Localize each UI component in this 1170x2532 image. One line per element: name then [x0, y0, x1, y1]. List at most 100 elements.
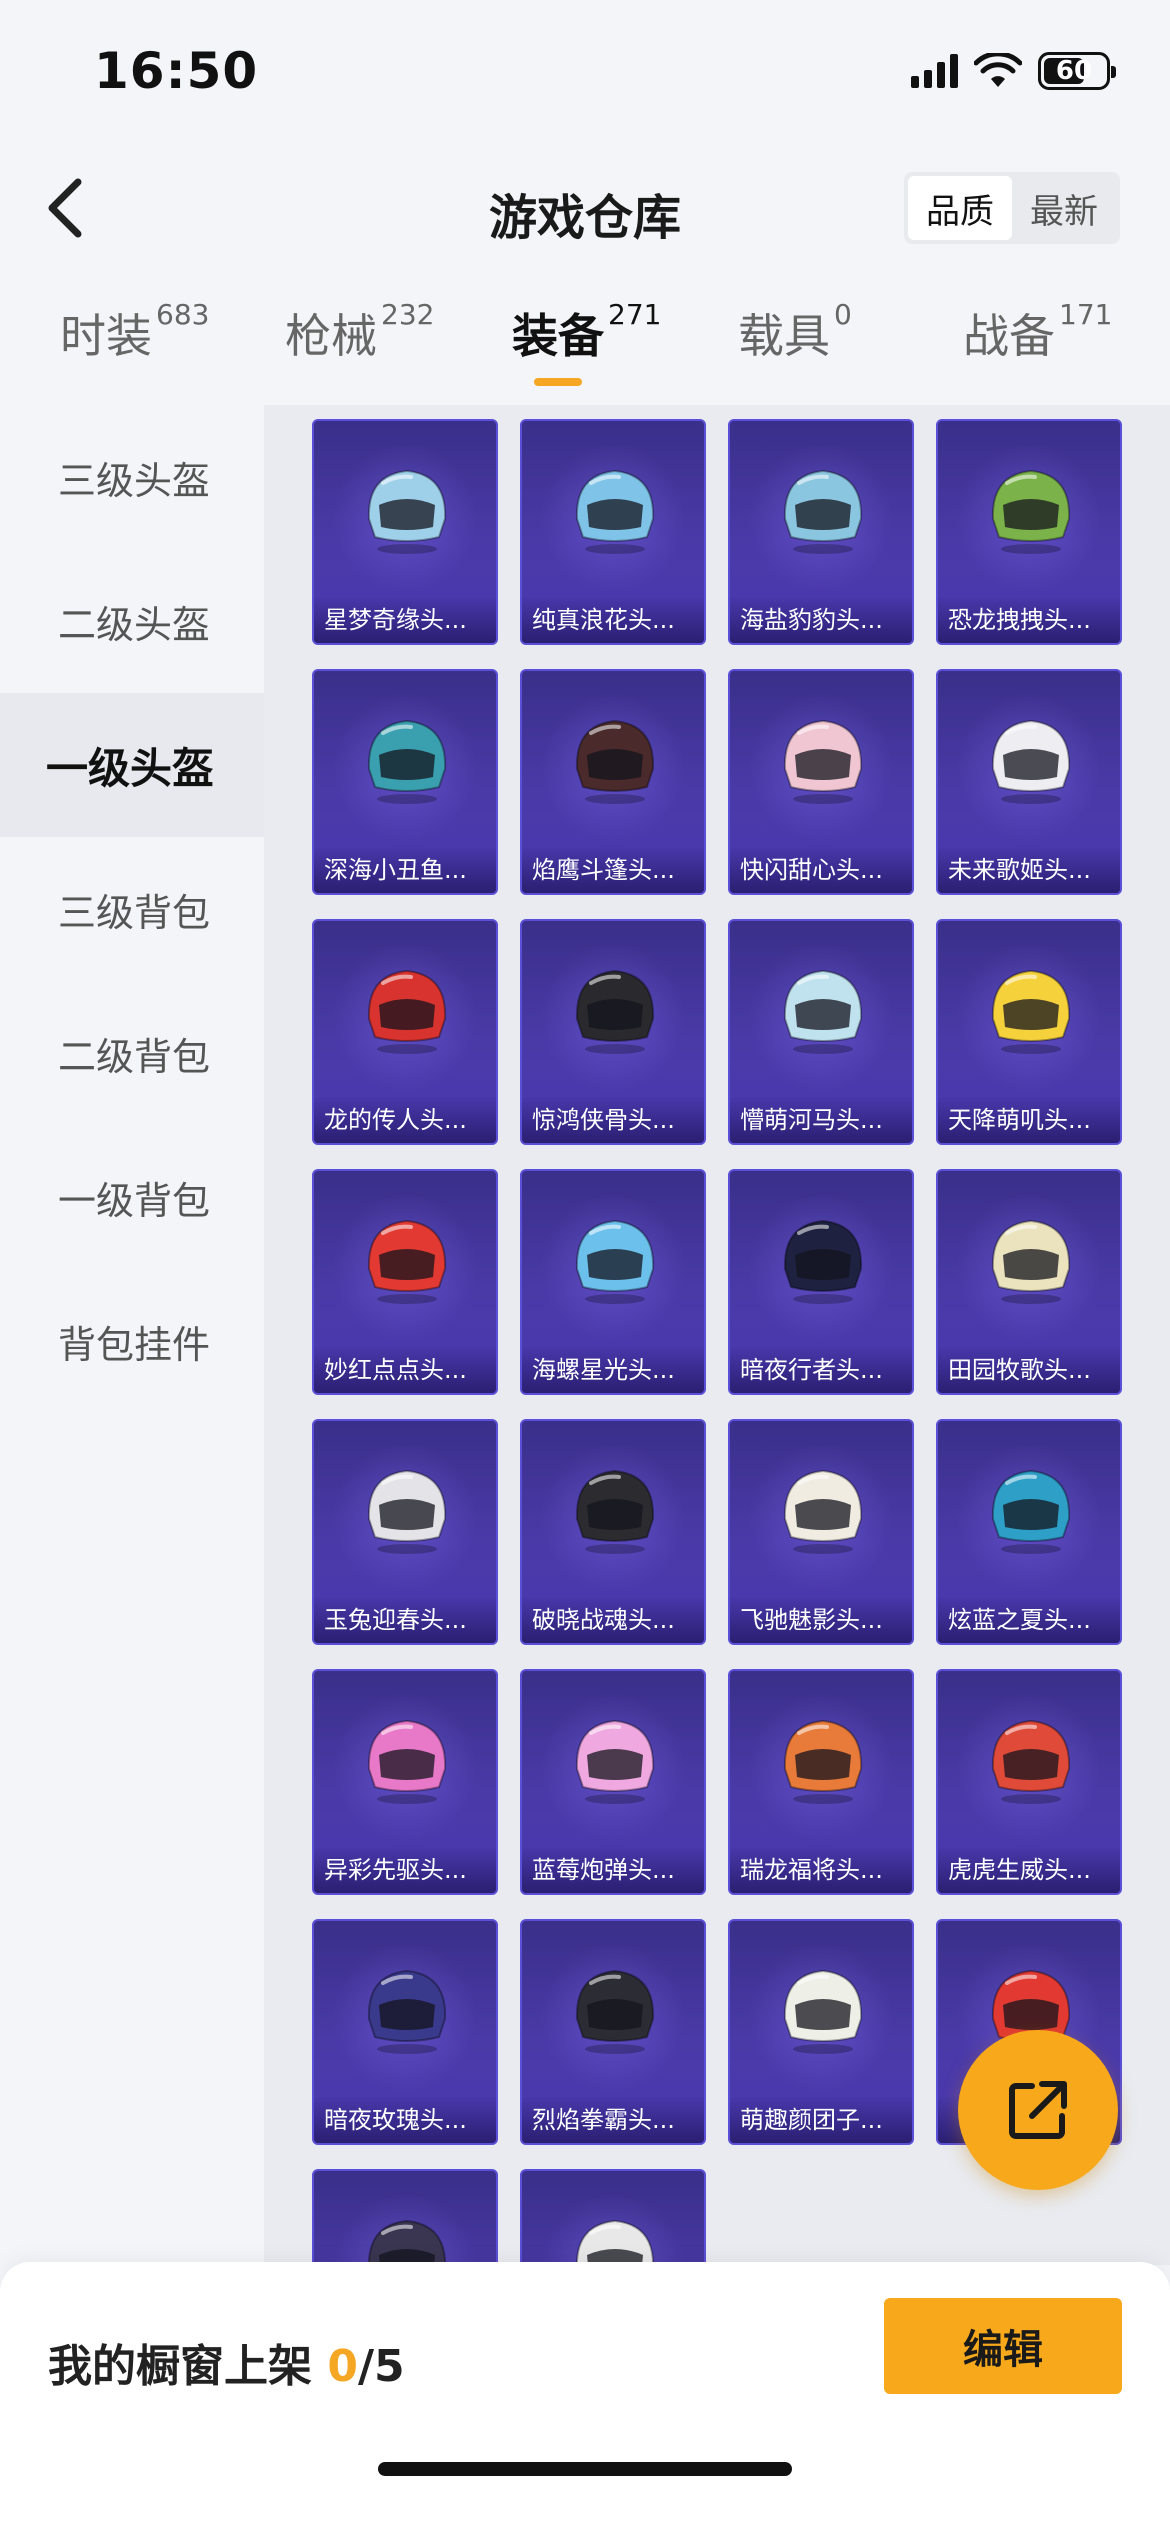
battery-icon: 60: [1038, 52, 1116, 90]
helmet-item-card[interactable]: 海盐豹豹头...: [728, 419, 914, 645]
item-name: 海盐豹豹头...: [730, 597, 912, 643]
helmet-icon: [367, 1719, 447, 1804]
tab-count: 232: [381, 298, 435, 331]
tab-count: 0: [834, 298, 852, 331]
showcase-label: 我的橱窗上架: [48, 2341, 312, 2392]
sidebar-item-level2-helmet[interactable]: 二级头盔: [0, 549, 264, 693]
helmet-item-card[interactable]: 玉兔迎春头...: [312, 1419, 498, 1645]
wifi-icon: [974, 53, 1022, 87]
helmet-item-card[interactable]: 暗夜行者头...: [728, 1169, 914, 1395]
home-indicator: [378, 2462, 792, 2476]
item-name: 惊鸿侠骨头...: [522, 1097, 704, 1143]
tab-label: 战备: [963, 309, 1055, 363]
helmet-item-card[interactable]: 瑞龙福将头...: [728, 1669, 914, 1895]
item-name: 异彩先驱头...: [314, 1847, 496, 1893]
tab-vehicles[interactable]: 载具 0: [738, 298, 852, 366]
helmet-icon: [575, 1469, 655, 1554]
helmet-item-card[interactable]: 萌趣颜团子...: [728, 1919, 914, 2145]
helmet-item-card[interactable]: 纯真浪花头...: [520, 419, 706, 645]
status-time: 16:50: [94, 42, 259, 100]
helmet-item-card[interactable]: 妙红点点头...: [312, 1169, 498, 1395]
item-name: 龙的传人头...: [314, 1097, 496, 1143]
helmet-item-card[interactable]: 虎虎生威头...: [936, 1669, 1122, 1895]
helmet-icon: [575, 719, 655, 804]
helmet-icon: [367, 1969, 447, 2054]
sort-toggle: 品质 最新: [904, 172, 1120, 244]
item-grid: 星梦奇缘头... 纯真浪花头... 海盐豹豹头... 恐龙拽拽头... 深海小丑鱼...…: [264, 405, 1170, 2265]
item-name: 未来歌姬头...: [938, 847, 1120, 893]
helmet-item-card[interactable]: 炫蓝之夏头...: [936, 1419, 1122, 1645]
helmet-item-card[interactable]: 蓝莓炮弹头...: [520, 1669, 706, 1895]
tab-count: 683: [156, 298, 210, 331]
item-name: 纯真浪花头...: [522, 597, 704, 643]
item-name: 瑞龙福将头...: [730, 1847, 912, 1893]
tab-label: 枪械: [285, 309, 377, 363]
helmet-item-card[interactable]: 田园牧歌头...: [936, 1169, 1122, 1395]
item-name: 懵萌河马头...: [730, 1097, 912, 1143]
helmet-icon: [367, 1219, 447, 1304]
helmet-icon: [367, 719, 447, 804]
warehouse-page: 16:50 60 游戏仓库 品质 最新 时装 683 枪械 232 装备 271…: [0, 0, 1170, 2532]
helmet-item-card[interactable]: 懵萌河马头...: [728, 919, 914, 1145]
item-name: 萌趣颜团子...: [730, 2097, 912, 2143]
item-name: 深海小丑鱼...: [314, 847, 496, 893]
sidebar-item-level3-backpack[interactable]: 三级背包: [0, 837, 264, 981]
helmet-item-card[interactable]: 破晓战魂头...: [520, 1419, 706, 1645]
item-name: 暗夜玫瑰头...: [314, 2097, 496, 2143]
active-tab-indicator: [534, 378, 582, 386]
helmet-item-card[interactable]: 飞驰魅影头...: [728, 1419, 914, 1645]
sidebar-item-backpack-charm[interactable]: 背包挂件: [0, 1269, 264, 1413]
helmet-item-card[interactable]: 暗夜玫瑰头...: [312, 1919, 498, 2145]
helmet-icon: [575, 1719, 655, 1804]
status-icons: 60: [911, 52, 1116, 90]
share-icon: [1009, 2081, 1067, 2139]
nav-header: 游戏仓库 品质 最新: [0, 160, 1170, 250]
battery-level: 60: [1055, 56, 1093, 86]
helmet-item-card[interactable]: 天降萌叽头...: [936, 919, 1122, 1145]
sidebar-item-level1-backpack[interactable]: 一级背包: [0, 1125, 264, 1269]
sidebar-item-level2-backpack[interactable]: 二级背包: [0, 981, 264, 1125]
helmet-item-card[interactable]: 未来歌姬头...: [936, 669, 1122, 895]
tab-fashion[interactable]: 时装 683: [60, 298, 210, 366]
item-name: 焰鹰斗篷头...: [522, 847, 704, 893]
helmet-icon: [575, 1219, 655, 1304]
share-button[interactable]: [958, 2030, 1118, 2190]
helmet-item-card[interactable]: 龙的传人头...: [312, 919, 498, 1145]
helmet-item-card[interactable]: 星梦奇缘头...: [312, 419, 498, 645]
sidebar-item-level1-helmet[interactable]: 一级头盔: [0, 693, 264, 837]
edit-button[interactable]: 编辑: [884, 2298, 1122, 2394]
helmet-icon: [576, 2219, 654, 2265]
sort-quality-button[interactable]: 品质: [908, 176, 1012, 240]
tab-firearms[interactable]: 枪械 232: [285, 298, 435, 366]
category-tabs: 时装 683 枪械 232 装备 271 载具 0 战备 171: [0, 298, 1170, 400]
sidebar-item-level3-helmet[interactable]: 三级头盔: [0, 405, 264, 549]
tab-equipment[interactable]: 装备 271: [512, 298, 661, 366]
helmet-icon: [368, 2219, 446, 2265]
helmet-icon: [367, 469, 447, 554]
tab-count: 171: [1059, 298, 1113, 331]
item-name: 蓝莓炮弹头...: [522, 1847, 704, 1893]
helmet-item-card[interactable]: 海螺星光头...: [520, 1169, 706, 1395]
subcategory-sidebar: 三级头盔 二级头盔 一级头盔 三级背包 二级背包 一级背包 背包挂件: [0, 405, 264, 2265]
item-name: 快闪甜心头...: [730, 847, 912, 893]
tab-label: 载具: [738, 309, 830, 363]
helmet-item-card[interactable]: 惊鸿侠骨头...: [520, 919, 706, 1145]
helmet-icon: [991, 1469, 1071, 1554]
helmet-icon: [783, 719, 863, 804]
tab-supplies[interactable]: 战备 171: [963, 298, 1113, 366]
helmet-icon: [783, 1219, 863, 1304]
helmet-icon: [783, 469, 863, 554]
item-name: 破晓战魂头...: [522, 1597, 704, 1643]
helmet-item-card[interactable]: 烈焰拳霸头...: [520, 1919, 706, 2145]
helmet-item-card[interactable]: 深海小丑鱼...: [312, 669, 498, 895]
helmet-icon: [991, 1719, 1071, 1804]
sort-newest-button[interactable]: 最新: [1012, 176, 1116, 240]
cellular-signal-icon: [911, 54, 958, 88]
helmet-item-card[interactable]: 异彩先驱头...: [312, 1669, 498, 1895]
helmet-item-card[interactable]: 焰鹰斗篷头...: [520, 669, 706, 895]
helmet-item-card[interactable]: [520, 2169, 706, 2265]
helmet-item-card[interactable]: [312, 2169, 498, 2265]
helmet-item-card[interactable]: 恐龙拽拽头...: [936, 419, 1122, 645]
helmet-icon: [783, 1969, 863, 2054]
helmet-item-card[interactable]: 快闪甜心头...: [728, 669, 914, 895]
